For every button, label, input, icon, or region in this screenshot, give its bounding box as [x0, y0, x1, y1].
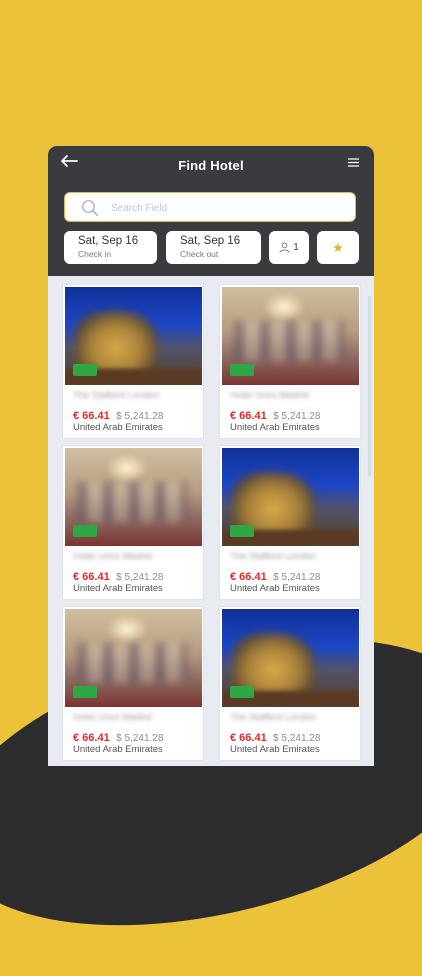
hotel-location: United Arab Emirates	[73, 583, 163, 594]
hotel-location: United Arab Emirates	[73, 422, 163, 433]
check-in-label: Check in	[78, 249, 112, 259]
price: € 66.41	[73, 410, 110, 422]
price: € 66.41	[230, 571, 267, 583]
hotel-list[interactable]: The Stafford London € 66.41 $ 5,241.28 U…	[48, 276, 374, 766]
original-price: $ 5,241.28	[273, 411, 321, 422]
app-header: Find Hotel Sat, Sep 16 Check in Sat, Sep…	[48, 146, 374, 276]
rating-badge	[73, 525, 97, 537]
price: € 66.41	[230, 410, 267, 422]
rating-badge	[230, 686, 254, 698]
search-bar[interactable]	[64, 192, 356, 222]
hotel-name: The Stafford London	[230, 551, 317, 562]
hotel-card[interactable]: The Stafford London € 66.41 $ 5,241.28 U…	[219, 445, 361, 600]
hotel-name: Hotel Urico Madrid	[73, 551, 152, 562]
check-in-button[interactable]: Sat, Sep 16 Check in	[64, 231, 157, 264]
search-input[interactable]	[109, 197, 343, 219]
check-out-label: Check out	[180, 249, 219, 259]
guests-button[interactable]: 1	[269, 231, 309, 264]
hotel-name: Hotel Urico Madrid	[73, 712, 152, 723]
hotel-location: United Arab Emirates	[230, 422, 320, 433]
rating-badge	[73, 686, 97, 698]
scrollbar[interactable]	[368, 296, 371, 476]
hotel-card[interactable]: Hotel Urico Madrid € 66.41 $ 5,241.28 Un…	[62, 445, 204, 600]
hotel-location: United Arab Emirates	[230, 583, 320, 594]
hotel-name: Hotel Urico Madrid	[230, 390, 309, 401]
price: € 66.41	[230, 732, 267, 744]
rating-badge	[230, 364, 254, 376]
guest-count: 1	[293, 242, 299, 253]
search-icon	[82, 200, 99, 217]
hotel-name: The Stafford London	[230, 712, 317, 723]
hotel-card[interactable]: The Stafford London € 66.41 $ 5,241.28 U…	[219, 606, 361, 761]
check-out-date: Sat, Sep 16	[180, 235, 241, 247]
page-title: Find Hotel	[178, 158, 244, 173]
original-price: $ 5,241.28	[273, 733, 321, 744]
original-price: $ 5,241.28	[116, 572, 164, 583]
hotel-card[interactable]: Hotel Urico Madrid € 66.41 $ 5,241.28 Un…	[62, 606, 204, 761]
star-icon: ★	[332, 240, 344, 255]
person-icon	[279, 242, 290, 253]
original-price: $ 5,241.28	[116, 733, 164, 744]
phone-screen: Find Hotel Sat, Sep 16 Check in Sat, Sep…	[48, 146, 374, 766]
hotel-name: The Stafford London	[73, 390, 160, 401]
price: € 66.41	[73, 732, 110, 744]
rating-badge	[73, 364, 97, 376]
check-out-button[interactable]: Sat, Sep 16 Check out	[166, 231, 261, 264]
original-price: $ 5,241.28	[116, 411, 164, 422]
hotel-card[interactable]: The Stafford London € 66.41 $ 5,241.28 U…	[62, 284, 204, 439]
menu-icon[interactable]	[348, 158, 359, 167]
rating-badge	[230, 525, 254, 537]
hotel-card[interactable]: Hotel Urico Madrid € 66.41 $ 5,241.28 Un…	[219, 284, 361, 439]
favorites-button[interactable]: ★	[317, 231, 359, 264]
price: € 66.41	[73, 571, 110, 583]
original-price: $ 5,241.28	[273, 572, 321, 583]
check-in-date: Sat, Sep 16	[78, 235, 139, 247]
